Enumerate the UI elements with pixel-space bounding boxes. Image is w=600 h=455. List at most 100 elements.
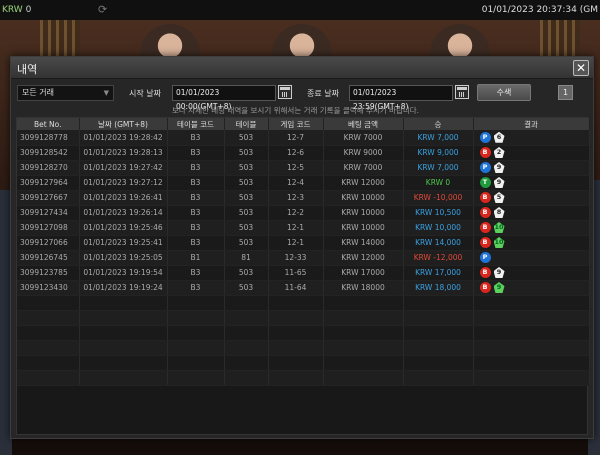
result-ball-icon: B bbox=[479, 222, 491, 233]
score-pentagon-icon: 10 bbox=[493, 222, 505, 233]
game-code-cell: 12-1 bbox=[268, 220, 324, 236]
table-row[interactable]: 3099127434 01/01/2023 19:26:14 B3 503 12-2 KR… bbox=[17, 205, 590, 221]
date-cell: 01/01/2023 19:28:13 bbox=[79, 145, 168, 161]
result-icons: P6 bbox=[474, 131, 589, 143]
table-code-cell: B3 bbox=[167, 220, 225, 236]
table-row[interactable]: 3099128542 01/01/2023 19:28:13 B3 503 12-6 KR… bbox=[17, 145, 590, 161]
table-code-cell: B3 bbox=[167, 190, 225, 206]
empty-row bbox=[17, 370, 590, 386]
empty-cell bbox=[473, 340, 590, 356]
empty-cell bbox=[403, 325, 474, 341]
col-header: 날짜 (GMT+8) bbox=[79, 118, 168, 130]
empty-row bbox=[17, 340, 590, 356]
page-number-button[interactable]: 1 bbox=[558, 85, 573, 100]
table-cell: 81 bbox=[224, 250, 269, 266]
empty-cell bbox=[79, 340, 168, 356]
date-cell: 01/01/2023 19:27:42 bbox=[79, 160, 168, 176]
empty-cell bbox=[17, 355, 80, 371]
currency-code: KRW bbox=[2, 5, 23, 15]
empty-row bbox=[17, 325, 590, 341]
empty-cell bbox=[403, 295, 474, 311]
result-icons: B9 bbox=[474, 267, 589, 278]
result-ball-icon: B bbox=[479, 147, 491, 158]
table-row[interactable]: 3099127667 01/01/2023 19:26:41 B3 503 12-3 KR… bbox=[17, 190, 590, 206]
date-cell: 01/01/2023 19:28:42 bbox=[79, 130, 168, 146]
empty-cell bbox=[167, 370, 225, 386]
empty-cell bbox=[268, 295, 324, 311]
result-cell: P bbox=[473, 250, 590, 266]
game-code-cell: 11-64 bbox=[268, 280, 324, 296]
empty-cell bbox=[403, 310, 474, 326]
empty-cell bbox=[473, 325, 590, 341]
empty-cell bbox=[323, 340, 404, 356]
empty-cell bbox=[224, 325, 269, 341]
table-cell: 503 bbox=[224, 160, 269, 176]
search-button[interactable]: 수색 bbox=[477, 84, 531, 101]
result-icons: P bbox=[474, 252, 589, 263]
result-cell: B2 bbox=[473, 145, 590, 161]
empty-cell bbox=[323, 355, 404, 371]
bet-no-cell: 3099123785 bbox=[17, 265, 80, 281]
table-code-cell: B3 bbox=[167, 130, 225, 146]
modal-header: 내역 ✕ bbox=[11, 57, 593, 79]
table-row[interactable]: 3099127066 01/01/2023 19:25:41 B3 503 12-1 KR… bbox=[17, 235, 590, 251]
refresh-icon[interactable]: ⟳ bbox=[98, 0, 107, 20]
balance-value: 0 bbox=[25, 5, 32, 15]
table-row[interactable]: 3099126745 01/01/2023 19:25:05 B1 81 12-33 KR… bbox=[17, 250, 590, 266]
notice-text: 보다 자세한 베팅 내역을 보시기 위해서는 거래 기록을 클릭해 주시기 바랍… bbox=[172, 106, 420, 115]
table-row[interactable]: 3099123430 01/01/2023 19:19:24 B3 503 11-64 K… bbox=[17, 280, 590, 296]
empty-cell bbox=[224, 340, 269, 356]
start-date-input[interactable]: 01/01/2023 00:00(GMT+8) bbox=[172, 85, 276, 111]
transaction-type-select[interactable]: 모든 거래 ▼ bbox=[17, 85, 114, 101]
date-cell: 01/01/2023 19:25:05 bbox=[79, 250, 168, 266]
top-bar: KRW 0 ⟳ 01/01/2023 20:37:34 (GM bbox=[0, 0, 600, 20]
end-date-label: 종료 날짜 bbox=[307, 89, 339, 98]
table-row[interactable]: 3099128778 01/01/2023 19:28:42 B3 503 12-7 KR… bbox=[17, 130, 590, 146]
empty-row bbox=[17, 295, 590, 311]
empty-cell bbox=[167, 340, 225, 356]
empty-row bbox=[17, 355, 590, 371]
empty-cell bbox=[167, 355, 225, 371]
empty-cell bbox=[79, 325, 168, 341]
result-ball-icon: P bbox=[479, 162, 491, 173]
empty-cell bbox=[268, 370, 324, 386]
table-row[interactable]: 3099128270 01/01/2023 19:27:42 B3 503 12-5 KR… bbox=[17, 160, 590, 176]
empty-cell bbox=[473, 310, 590, 326]
result-ball-icon: P bbox=[479, 131, 491, 143]
empty-row bbox=[17, 310, 590, 326]
table-code-cell: B3 bbox=[167, 145, 225, 161]
win-cell: KRW -10,000 bbox=[403, 190, 474, 206]
select-value: 모든 거래 bbox=[22, 88, 54, 97]
empty-cell bbox=[323, 310, 404, 326]
game-code-cell: 12-2 bbox=[268, 205, 324, 221]
win-cell: KRW 14,000 bbox=[403, 235, 474, 251]
table-code-cell: B3 bbox=[167, 160, 225, 176]
table-row[interactable]: 3099127964 01/01/2023 19:27:12 B3 503 12-4 KR… bbox=[17, 175, 590, 191]
result-icons: B 10 bbox=[474, 222, 589, 233]
end-date-input[interactable]: 01/01/2023 23:59(GMT+8) bbox=[349, 85, 453, 111]
table-row[interactable]: 3099123785 01/01/2023 19:19:54 B3 503 11-65 K… bbox=[17, 265, 590, 281]
close-button[interactable]: ✕ bbox=[573, 60, 589, 76]
score-pentagon-icon: 5 bbox=[493, 192, 505, 203]
col-header: 테이블 코드 bbox=[167, 118, 225, 130]
empty-cell bbox=[224, 295, 269, 311]
empty-cell bbox=[224, 355, 269, 371]
game-code-cell: 12-1 bbox=[268, 235, 324, 251]
result-ball-icon: B bbox=[479, 237, 491, 248]
table-header-row: Bet No. 날짜 (GMT+8) 테이블 코드 테이블 게임 코드 베팅 금… bbox=[17, 118, 590, 130]
empty-cell bbox=[167, 325, 225, 341]
table-code-cell: B3 bbox=[167, 175, 225, 191]
result-cell: P9 bbox=[473, 160, 590, 176]
win-cell: KRW 0 bbox=[403, 175, 474, 191]
calendar-icon[interactable] bbox=[455, 85, 469, 99]
result-cell: P6 bbox=[473, 130, 590, 146]
calendar-icon[interactable] bbox=[278, 85, 292, 99]
score-pentagon-icon: 9 bbox=[493, 177, 505, 188]
table-row[interactable]: 3099127098 01/01/2023 19:25:46 B3 503 12-1 KR… bbox=[17, 220, 590, 236]
empty-cell bbox=[79, 295, 168, 311]
score-pentagon-icon: 10 bbox=[493, 237, 505, 248]
result-cell: B 10 bbox=[473, 220, 590, 236]
bet-no-cell: 3099127066 bbox=[17, 235, 80, 251]
empty-cell bbox=[323, 295, 404, 311]
col-header: 테이블 bbox=[224, 118, 269, 130]
